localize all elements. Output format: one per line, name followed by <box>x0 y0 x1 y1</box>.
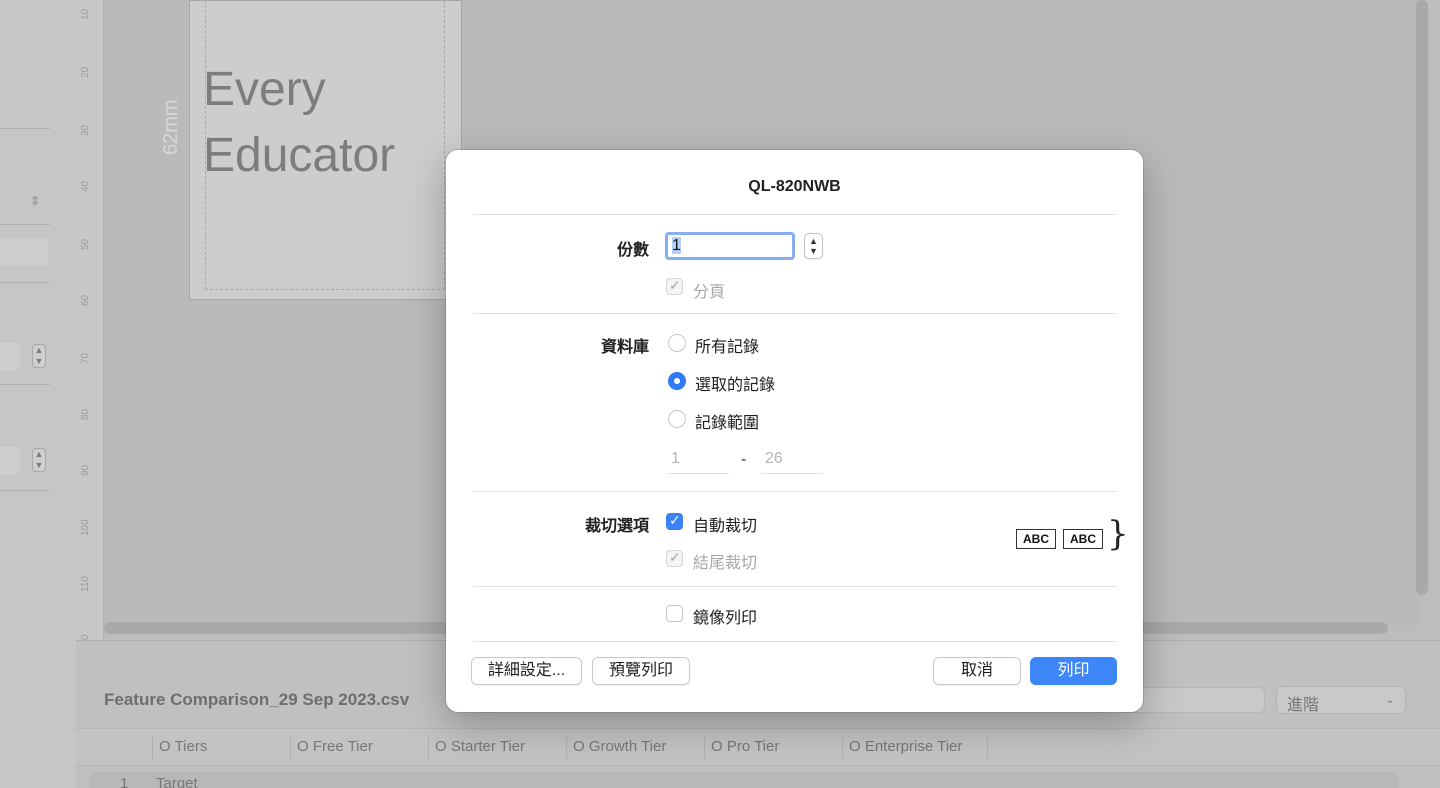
settings-field <box>0 238 48 266</box>
mirror-print-label: 鏡像列印 <box>693 610 758 627</box>
ruler-label: 60 <box>80 294 91 306</box>
vertical-scrollbar[interactable] <box>1416 0 1428 595</box>
database-label: 資料庫 <box>600 339 649 356</box>
column-header[interactable]: O Starter Tier <box>428 737 566 759</box>
label-sample: ABC <box>1016 529 1056 549</box>
checkmark-icon: ✓ <box>669 549 681 565</box>
radio-all-records[interactable] <box>668 334 686 352</box>
print-dialog: QL-820NWB 份數 1 ▲ ▼ ✓ 分頁 資料庫 所有記錄 選取的記錄 記… <box>446 150 1143 712</box>
ruler-label: 20 <box>80 66 91 78</box>
range-from-input[interactable]: 1 <box>667 450 729 474</box>
checkmark-icon: ✓ <box>669 277 681 293</box>
preview-button[interactable]: 預覽列印 <box>592 657 690 685</box>
row-cell: Target <box>156 775 198 788</box>
divider <box>473 641 1116 642</box>
ruler-label: 70 <box>80 352 91 364</box>
divider <box>0 128 50 129</box>
stepper-control: ▲ ▼ <box>32 344 46 368</box>
label-text-line1: Every <box>203 63 326 116</box>
brace-icon: } <box>1107 514 1129 554</box>
range-separator: - <box>741 451 747 468</box>
column-header[interactable]: O Growth Tier <box>566 737 704 759</box>
ruler-label: 50 <box>80 238 91 250</box>
selected-records-label: 選取的記錄 <box>695 377 776 394</box>
ruler-label: 110 <box>80 576 91 592</box>
chevron-down-icon: ⌄ <box>1385 694 1395 706</box>
chevron-down-icon[interactable]: ▼ <box>805 246 822 256</box>
divider <box>0 384 50 385</box>
auto-cut-label: 自動裁切 <box>693 518 758 535</box>
column-header[interactable]: O Tiers <box>152 737 290 759</box>
advanced-select-label: 進階 <box>1287 697 1320 714</box>
ruler-label: 30 <box>80 124 91 136</box>
auto-cut-checkbox[interactable]: ✓ <box>666 512 683 530</box>
divider <box>473 313 1116 314</box>
range-to-input[interactable]: 26 <box>761 450 823 474</box>
label-text-line2: Educator <box>203 129 396 182</box>
details-button[interactable]: 詳細設定... <box>471 657 582 685</box>
cut-at-end-label: 結尾裁切 <box>693 555 758 572</box>
radio-selected-records[interactable] <box>668 372 686 390</box>
table-row[interactable]: 1 Target <box>90 772 1398 788</box>
vertical-ruler <box>76 0 104 640</box>
copies-stepper[interactable]: ▲ ▼ <box>804 233 823 259</box>
mirror-print-checkbox[interactable] <box>666 605 683 622</box>
chevron-up-icon[interactable]: ▲ <box>805 236 822 246</box>
divider <box>0 224 50 225</box>
left-settings-panel: ⇕ ▲ ▼ ▲ ▼ <box>0 0 76 788</box>
ruler-label: 90 <box>80 464 91 476</box>
divider <box>0 490 50 491</box>
stepper-control: ▲ ▼ <box>32 448 46 472</box>
printer-name: QL-820NWB <box>748 178 841 195</box>
column-header[interactable]: O Free Tier <box>290 737 428 759</box>
print-button[interactable]: 列印 <box>1030 657 1117 685</box>
checkmark-icon: ✓ <box>669 512 681 528</box>
ruler-label: 80 <box>80 408 91 420</box>
collate-label: 分頁 <box>693 284 726 301</box>
divider <box>473 586 1116 587</box>
cancel-button[interactable]: 取消 <box>933 657 1021 685</box>
divider <box>473 491 1116 492</box>
column-header[interactable]: O Pro Tier <box>704 737 842 759</box>
radio-record-range[interactable] <box>668 410 686 428</box>
record-range-label: 記錄範圍 <box>695 415 760 432</box>
ruler-label: 10 <box>80 8 91 20</box>
divider <box>473 214 1116 215</box>
settings-field <box>0 447 20 475</box>
divider <box>0 282 50 283</box>
settings-field <box>0 343 20 371</box>
all-records-label: 所有記錄 <box>695 339 760 356</box>
label-sample: ABC <box>1063 529 1103 549</box>
ruler-label: 100 <box>80 519 91 536</box>
copies-label: 份數 <box>616 242 649 259</box>
collate-checkbox[interactable]: ✓ <box>666 277 683 295</box>
ruler-label: 40 <box>80 180 91 192</box>
database-file-title: Feature Comparison_29 Sep 2023.csv <box>104 690 410 709</box>
advanced-select[interactable]: 進階 ⌄ <box>1276 686 1406 714</box>
cut-at-end-checkbox[interactable]: ✓ <box>666 549 683 567</box>
column-header[interactable]: O Enterprise Tier <box>842 737 988 759</box>
chevron-updown-icon: ⇕ <box>30 194 41 208</box>
copies-value: 1 <box>672 237 681 254</box>
label-size-indicator: 62mm <box>160 99 182 155</box>
cut-options-label: 裁切選項 <box>584 518 649 535</box>
copies-input[interactable]: 1 <box>665 232 795 260</box>
row-number: 1 <box>120 775 129 788</box>
